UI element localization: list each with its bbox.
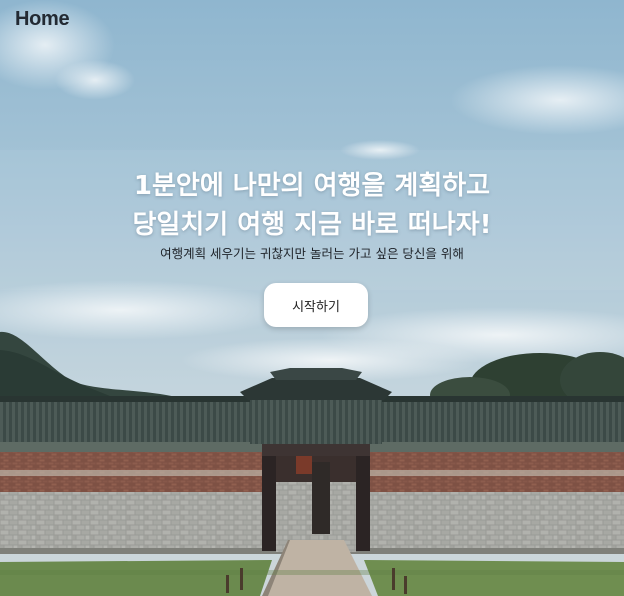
hero-subtitle: 여행계획 세우기는 귀찮지만 놀러는 가고 싶은 당신을 위해 (160, 246, 464, 261)
start-button[interactable]: 시작하기 (264, 283, 368, 327)
headline-line-2: 당일치기 여행 지금 바로 떠나자! (132, 210, 492, 240)
hero-headline: 1분안에 나만의 여행을 계획하고 당일치기 여행 지금 바로 떠나자! (0, 167, 624, 245)
home-link[interactable]: Home (15, 8, 70, 31)
headline-line-1: 1분안에 나만의 여행을 계획하고 (133, 171, 491, 201)
